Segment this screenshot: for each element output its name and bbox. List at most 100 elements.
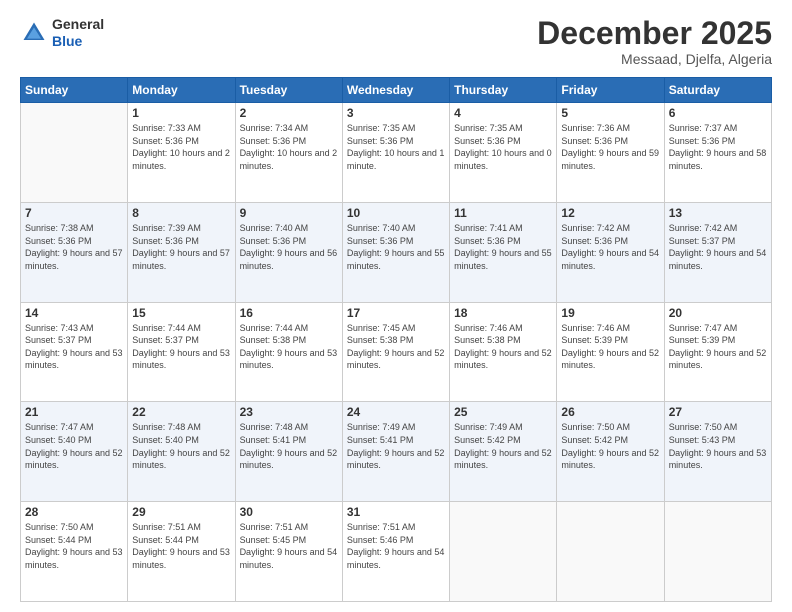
table-row: 13 Sunrise: 7:42 AMSunset: 5:37 PMDayligh…: [664, 202, 771, 302]
table-row: 18 Sunrise: 7:46 AMSunset: 5:38 PMDayligh…: [450, 302, 557, 402]
day-info: Sunrise: 7:51 AMSunset: 5:45 PMDaylight:…: [240, 521, 338, 571]
table-row: [450, 502, 557, 602]
calendar-header-row: Sunday Monday Tuesday Wednesday Thursday…: [21, 78, 772, 103]
table-row: 24 Sunrise: 7:49 AMSunset: 5:41 PMDayligh…: [342, 402, 449, 502]
day-number: 8: [132, 206, 230, 220]
table-row: 2 Sunrise: 7:34 AMSunset: 5:36 PMDaylight…: [235, 103, 342, 203]
logo-text: General Blue: [52, 16, 104, 50]
day-number: 25: [454, 405, 552, 419]
table-row: 5 Sunrise: 7:36 AMSunset: 5:36 PMDaylight…: [557, 103, 664, 203]
day-number: 26: [561, 405, 659, 419]
day-number: 18: [454, 306, 552, 320]
col-thursday: Thursday: [450, 78, 557, 103]
day-info: Sunrise: 7:47 AMSunset: 5:39 PMDaylight:…: [669, 322, 767, 372]
table-row: 27 Sunrise: 7:50 AMSunset: 5:43 PMDayligh…: [664, 402, 771, 502]
table-row: 21 Sunrise: 7:47 AMSunset: 5:40 PMDayligh…: [21, 402, 128, 502]
day-number: 21: [25, 405, 123, 419]
day-info: Sunrise: 7:36 AMSunset: 5:36 PMDaylight:…: [561, 122, 659, 172]
calendar-week-row: 21 Sunrise: 7:47 AMSunset: 5:40 PMDayligh…: [21, 402, 772, 502]
day-info: Sunrise: 7:47 AMSunset: 5:40 PMDaylight:…: [25, 421, 123, 471]
col-saturday: Saturday: [664, 78, 771, 103]
day-number: 12: [561, 206, 659, 220]
day-number: 30: [240, 505, 338, 519]
day-number: 22: [132, 405, 230, 419]
calendar-table: Sunday Monday Tuesday Wednesday Thursday…: [20, 77, 772, 602]
day-info: Sunrise: 7:51 AMSunset: 5:46 PMDaylight:…: [347, 521, 445, 571]
day-number: 24: [347, 405, 445, 419]
table-row: 19Sunrise: 7:46 AMSunset: 5:39 PMDayligh…: [557, 302, 664, 402]
day-info: Sunrise: 7:37 AMSunset: 5:36 PMDaylight:…: [669, 122, 767, 172]
day-number: 5: [561, 106, 659, 120]
day-info: Sunrise: 7:40 AMSunset: 5:36 PMDaylight:…: [240, 222, 338, 272]
col-wednesday: Wednesday: [342, 78, 449, 103]
day-info: Sunrise: 7:50 AMSunset: 5:44 PMDaylight:…: [25, 521, 123, 571]
table-row: [664, 502, 771, 602]
day-number: 2: [240, 106, 338, 120]
day-number: 16: [240, 306, 338, 320]
table-row: 7 Sunrise: 7:38 AMSunset: 5:36 PMDaylight…: [21, 202, 128, 302]
day-info: Sunrise: 7:43 AMSunset: 5:37 PMDaylight:…: [25, 322, 123, 372]
day-info: Sunrise: 7:39 AMSunset: 5:36 PMDaylight:…: [132, 222, 230, 272]
day-info: Sunrise: 7:42 AMSunset: 5:37 PMDaylight:…: [669, 222, 767, 272]
table-row: 12 Sunrise: 7:42 AMSunset: 5:36 PMDayligh…: [557, 202, 664, 302]
day-number: 23: [240, 405, 338, 419]
day-info: Sunrise: 7:44 AMSunset: 5:37 PMDaylight:…: [132, 322, 230, 372]
day-number: 7: [25, 206, 123, 220]
day-number: 20: [669, 306, 767, 320]
table-row: 1 Sunrise: 7:33 AMSunset: 5:36 PMDaylight…: [128, 103, 235, 203]
day-info: Sunrise: 7:51 AMSunset: 5:44 PMDaylight:…: [132, 521, 230, 571]
day-number: 29: [132, 505, 230, 519]
day-info: Sunrise: 7:35 AMSunset: 5:36 PMDaylight:…: [454, 122, 552, 172]
table-row: 31Sunrise: 7:51 AMSunset: 5:46 PMDayligh…: [342, 502, 449, 602]
table-row: 17Sunrise: 7:45 AMSunset: 5:38 PMDayligh…: [342, 302, 449, 402]
table-row: 16Sunrise: 7:44 AMSunset: 5:38 PMDayligh…: [235, 302, 342, 402]
day-number: 13: [669, 206, 767, 220]
day-info: Sunrise: 7:33 AMSunset: 5:36 PMDaylight:…: [132, 122, 230, 172]
day-info: Sunrise: 7:34 AMSunset: 5:36 PMDaylight:…: [240, 122, 338, 172]
table-row: 25 Sunrise: 7:49 AMSunset: 5:42 PMDayligh…: [450, 402, 557, 502]
day-info: Sunrise: 7:41 AMSunset: 5:36 PMDaylight:…: [454, 222, 552, 272]
header: General Blue December 2025 Messaad, Djel…: [20, 16, 772, 67]
month-title: December 2025: [537, 16, 772, 51]
day-info: Sunrise: 7:35 AMSunset: 5:36 PMDaylight:…: [347, 122, 445, 172]
day-number: 1: [132, 106, 230, 120]
table-row: 15Sunrise: 7:44 AMSunset: 5:37 PMDayligh…: [128, 302, 235, 402]
table-row: 14 Sunrise: 7:43 AMSunset: 5:37 PMDayligh…: [21, 302, 128, 402]
logo-general: General: [52, 16, 104, 33]
table-row: 11Sunrise: 7:41 AMSunset: 5:36 PMDayligh…: [450, 202, 557, 302]
table-row: 10 Sunrise: 7:40 AMSunset: 5:36 PMDayligh…: [342, 202, 449, 302]
day-info: Sunrise: 7:38 AMSunset: 5:36 PMDaylight:…: [25, 222, 123, 272]
day-info: Sunrise: 7:46 AMSunset: 5:38 PMDaylight:…: [454, 322, 552, 372]
day-info: Sunrise: 7:49 AMSunset: 5:41 PMDaylight:…: [347, 421, 445, 471]
day-number: 14: [25, 306, 123, 320]
day-number: 3: [347, 106, 445, 120]
day-number: 17: [347, 306, 445, 320]
day-number: 10: [347, 206, 445, 220]
day-info: Sunrise: 7:40 AMSunset: 5:36 PMDaylight:…: [347, 222, 445, 272]
col-tuesday: Tuesday: [235, 78, 342, 103]
logo-blue: Blue: [52, 33, 104, 50]
logo: General Blue: [20, 16, 104, 50]
table-row: 22Sunrise: 7:48 AMSunset: 5:40 PMDayligh…: [128, 402, 235, 502]
table-row: [21, 103, 128, 203]
table-row: 8 Sunrise: 7:39 AMSunset: 5:36 PMDaylight…: [128, 202, 235, 302]
calendar-week-row: 28Sunrise: 7:50 AMSunset: 5:44 PMDayligh…: [21, 502, 772, 602]
table-row: 4 Sunrise: 7:35 AMSunset: 5:36 PMDaylight…: [450, 103, 557, 203]
day-number: 4: [454, 106, 552, 120]
day-info: Sunrise: 7:50 AMSunset: 5:43 PMDaylight:…: [669, 421, 767, 471]
location-subtitle: Messaad, Djelfa, Algeria: [537, 51, 772, 67]
day-info: Sunrise: 7:49 AMSunset: 5:42 PMDaylight:…: [454, 421, 552, 471]
table-row: 23 Sunrise: 7:48 AMSunset: 5:41 PMDayligh…: [235, 402, 342, 502]
logo-icon: [20, 19, 48, 47]
table-row: [557, 502, 664, 602]
day-info: Sunrise: 7:48 AMSunset: 5:41 PMDaylight:…: [240, 421, 338, 471]
day-number: 27: [669, 405, 767, 419]
col-friday: Friday: [557, 78, 664, 103]
day-info: Sunrise: 7:42 AMSunset: 5:36 PMDaylight:…: [561, 222, 659, 272]
calendar-week-row: 14 Sunrise: 7:43 AMSunset: 5:37 PMDayligh…: [21, 302, 772, 402]
table-row: 3 Sunrise: 7:35 AMSunset: 5:36 PMDaylight…: [342, 103, 449, 203]
table-row: 28Sunrise: 7:50 AMSunset: 5:44 PMDayligh…: [21, 502, 128, 602]
table-row: 30 Sunrise: 7:51 AMSunset: 5:45 PMDayligh…: [235, 502, 342, 602]
table-row: 6Sunrise: 7:37 AMSunset: 5:36 PMDaylight…: [664, 103, 771, 203]
day-number: 9: [240, 206, 338, 220]
